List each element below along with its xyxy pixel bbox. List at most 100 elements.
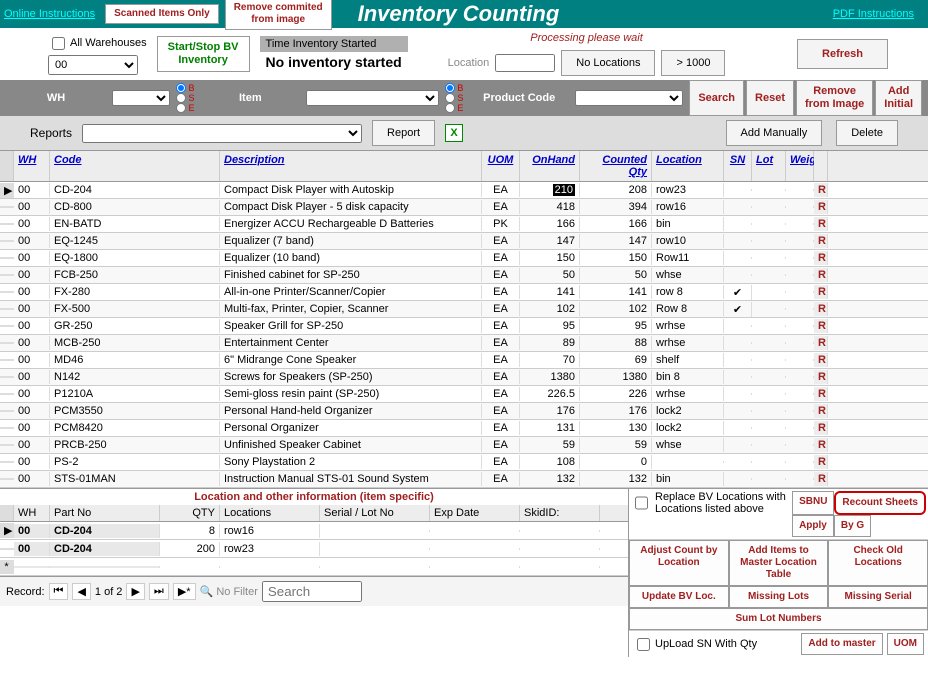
- hdr-weig[interactable]: Weig: [786, 151, 814, 181]
- hdr-lot[interactable]: Lot: [752, 151, 786, 181]
- row-r-button[interactable]: R: [814, 472, 828, 486]
- hdr-onhand[interactable]: OnHand: [520, 151, 580, 181]
- item-filter-select[interactable]: [306, 90, 439, 106]
- sn-checkbox[interactable]: [724, 342, 752, 344]
- sn-checkbox[interactable]: ✔: [724, 302, 752, 317]
- no-locations-button[interactable]: No Locations: [561, 50, 655, 76]
- sn-checkbox[interactable]: [724, 274, 752, 276]
- upload-sn-checkbox[interactable]: UpLoad SN With Qty: [633, 635, 757, 654]
- row-selector[interactable]: [0, 291, 14, 293]
- row-selector[interactable]: [0, 461, 14, 463]
- nav-first-icon[interactable]: ⏮: [49, 583, 69, 600]
- sn-checkbox[interactable]: [724, 206, 752, 208]
- table-row[interactable]: 00MCB-250Entertainment CenterEA8988wrhse…: [0, 335, 928, 352]
- table-row[interactable]: 00PS-2Sony Playstation 2EA1080R: [0, 454, 928, 471]
- row-r-button[interactable]: R: [814, 183, 828, 197]
- hdr-cqty[interactable]: Counted Qty: [580, 151, 652, 181]
- by-g-button[interactable]: By G: [834, 515, 871, 537]
- row-selector[interactable]: [0, 410, 14, 412]
- nav-search-input[interactable]: [262, 581, 362, 602]
- sn-checkbox[interactable]: [724, 223, 752, 225]
- hdr-desc[interactable]: Description: [220, 151, 482, 181]
- row-selector[interactable]: [0, 223, 14, 225]
- replace-bv-checkbox[interactable]: Replace BV Locations with Locations list…: [631, 491, 790, 515]
- add-items-master-button[interactable]: Add Items to Master Location Table: [729, 540, 829, 586]
- report-button[interactable]: Report: [372, 120, 435, 146]
- sn-checkbox[interactable]: [724, 325, 752, 327]
- reset-button[interactable]: Reset: [746, 80, 794, 116]
- row-selector[interactable]: ▶: [0, 183, 14, 198]
- sub-row[interactable]: *: [0, 558, 628, 576]
- remove-from-image-button[interactable]: Remove from Image: [796, 80, 873, 116]
- hdr-wh[interactable]: WH: [14, 151, 50, 181]
- sub-row-selector[interactable]: *: [0, 560, 14, 574]
- sn-checkbox[interactable]: ✔: [724, 285, 752, 300]
- sn-checkbox[interactable]: [724, 376, 752, 378]
- add-initial-button[interactable]: Add Initial: [875, 80, 922, 116]
- sum-lot-button[interactable]: Sum Lot Numbers: [629, 608, 928, 630]
- location-input[interactable]: [495, 54, 555, 72]
- nav-new-icon[interactable]: ▶*: [173, 583, 196, 600]
- row-selector[interactable]: [0, 376, 14, 378]
- product-filter-select[interactable]: [575, 90, 683, 106]
- update-bv-loc-button[interactable]: Update BV Loc.: [629, 586, 729, 608]
- refresh-button[interactable]: Refresh: [797, 39, 888, 69]
- row-r-button[interactable]: R: [814, 370, 828, 384]
- add-manually-button[interactable]: Add Manually: [726, 120, 823, 146]
- row-selector[interactable]: [0, 308, 14, 310]
- sub-row[interactable]: ▶00CD-2048row16: [0, 522, 628, 540]
- row-selector[interactable]: [0, 393, 14, 395]
- table-row[interactable]: 00P1210ASemi-gloss resin paint (SP-250)E…: [0, 386, 928, 403]
- row-selector[interactable]: [0, 206, 14, 208]
- row-r-button[interactable]: R: [814, 217, 828, 231]
- table-row[interactable]: 00FCB-250Finished cabinet for SP-250EA50…: [0, 267, 928, 284]
- delete-button[interactable]: Delete: [836, 120, 898, 146]
- row-r-button[interactable]: R: [814, 336, 828, 350]
- table-row[interactable]: 00GR-250Speaker Grill for SP-250EA9595wr…: [0, 318, 928, 335]
- table-row[interactable]: 00EQ-1800Equalizer (10 band)EA150150Row1…: [0, 250, 928, 267]
- row-selector[interactable]: [0, 342, 14, 344]
- table-row[interactable]: 00PRCB-250Unfinished Speaker CabinetEA59…: [0, 437, 928, 454]
- missing-serial-button[interactable]: Missing Serial: [828, 586, 928, 608]
- table-row[interactable]: ▶00CD-204Compact Disk Player with Autosk…: [0, 182, 928, 199]
- row-selector[interactable]: [0, 240, 14, 242]
- row-r-button[interactable]: R: [814, 387, 828, 401]
- add-to-master-button[interactable]: Add to master: [801, 633, 882, 655]
- sub-row[interactable]: 00CD-204200row23: [0, 540, 628, 558]
- row-r-button[interactable]: R: [814, 302, 828, 316]
- sn-checkbox[interactable]: [724, 444, 752, 446]
- sbnu-button[interactable]: SBNU: [792, 491, 834, 515]
- online-instructions-link[interactable]: Online Instructions: [4, 8, 95, 20]
- row-r-button[interactable]: R: [814, 404, 828, 418]
- table-row[interactable]: 00EQ-1245Equalizer (7 band)EA147147row10…: [0, 233, 928, 250]
- table-row[interactable]: 00STS-01MANInstruction Manual STS-01 Sou…: [0, 471, 928, 488]
- uom-button[interactable]: UOM: [887, 633, 924, 655]
- adjust-count-button[interactable]: Adjust Count by Location: [629, 540, 729, 586]
- all-warehouses-checkbox[interactable]: All Warehouses: [48, 34, 147, 53]
- nav-last-icon[interactable]: ⏭: [149, 583, 169, 600]
- apply-button[interactable]: Apply: [792, 515, 834, 537]
- nav-prev-icon[interactable]: ◀: [72, 583, 90, 600]
- sn-checkbox[interactable]: [724, 257, 752, 259]
- sn-checkbox[interactable]: [724, 189, 752, 191]
- row-r-button[interactable]: R: [814, 268, 828, 282]
- table-row[interactable]: 00MD466" Midrange Cone SpeakerEA7069shel…: [0, 352, 928, 369]
- sn-checkbox[interactable]: [724, 478, 752, 480]
- sn-checkbox[interactable]: [724, 427, 752, 429]
- hdr-uom[interactable]: UOM: [482, 151, 520, 181]
- sn-checkbox[interactable]: [724, 393, 752, 395]
- start-stop-bv-button[interactable]: Start/Stop BV Inventory: [157, 36, 250, 72]
- sn-checkbox[interactable]: [724, 240, 752, 242]
- row-r-button[interactable]: R: [814, 251, 828, 265]
- scanned-items-button[interactable]: Scanned Items Only: [105, 4, 219, 24]
- row-r-button[interactable]: R: [814, 438, 828, 452]
- item-radio-set[interactable]: B S E: [445, 83, 463, 113]
- row-selector[interactable]: [0, 427, 14, 429]
- search-button[interactable]: Search: [689, 80, 744, 116]
- warehouse-select[interactable]: 00: [48, 55, 138, 75]
- gt-1000-button[interactable]: > 1000: [661, 50, 725, 76]
- wh-radio-set[interactable]: B S E: [176, 83, 194, 113]
- hdr-loc[interactable]: Location: [652, 151, 724, 181]
- table-row[interactable]: 00FX-500Multi-fax, Printer, Copier, Scan…: [0, 301, 928, 318]
- hdr-sn[interactable]: SN: [724, 151, 752, 181]
